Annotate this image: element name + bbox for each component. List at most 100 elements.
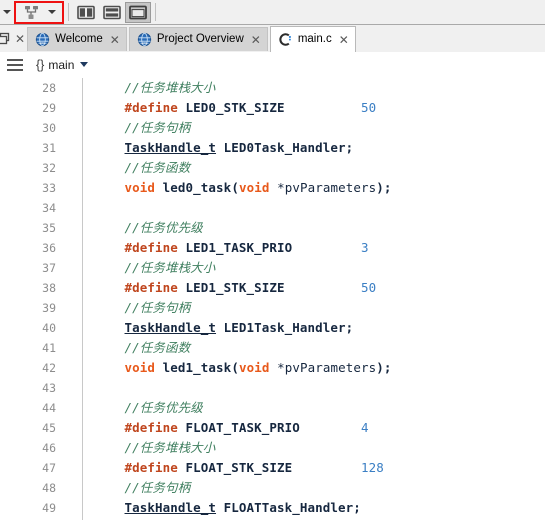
code-text: //任务函数 <box>82 338 545 358</box>
code-line[interactable]: 37 //任务堆栈大小 <box>0 258 545 278</box>
welcome-globe-icon <box>35 32 50 47</box>
chevron-down-icon[interactable] <box>80 62 89 68</box>
code-text: //任务堆栈大小 <box>82 438 545 458</box>
code-text: #define LED0_STK_SIZE 50 <box>82 98 545 118</box>
code-token: TaskHandle_t <box>124 320 217 335</box>
toolbar-overflow-caret[interactable] <box>0 0 14 24</box>
line-number: 49 <box>42 501 56 515</box>
line-number: 34 <box>42 201 56 215</box>
code-line[interactable]: 40 TaskHandle_t LED1Task_Handler; <box>0 318 545 338</box>
code-text: #define LED1_TASK_PRIO 3 <box>82 238 545 258</box>
code-line[interactable]: 44 //任务优先级 <box>0 398 545 418</box>
code-line[interactable]: 29 #define LED0_STK_SIZE 50 <box>0 98 545 118</box>
code-token: void <box>124 180 156 195</box>
breadcrumb[interactable]: {} main <box>36 58 89 72</box>
code-token: //任务优先级 <box>124 220 203 235</box>
code-token: void <box>124 360 156 375</box>
code-token: //任务句柄 <box>124 480 191 495</box>
code-line[interactable]: 36 #define LED1_TASK_PRIO 3 <box>0 238 545 258</box>
tab-bar-controls: ✕ Welcome ✕ Project Overview ✕ main.c ✕ <box>0 26 356 52</box>
tab-bar-close-icon[interactable]: ✕ <box>15 33 25 45</box>
code-token: void <box>238 360 270 375</box>
chevron-down-icon <box>48 10 56 14</box>
tab-welcome[interactable]: Welcome ✕ <box>27 27 127 51</box>
perspective-hierarchy-button[interactable] <box>18 2 44 23</box>
layout-button-group <box>73 1 151 23</box>
code-text: //任务堆栈大小 <box>82 258 545 278</box>
code-line[interactable]: 49 TaskHandle_t FLOATTask_Handler; <box>0 498 545 518</box>
toolbar-separator-right <box>155 3 156 21</box>
tab-label: main.c <box>297 32 332 45</box>
code-text: #define FLOAT_TASK_PRIO 4 <box>82 418 545 438</box>
code-text: TaskHandle_t FLOATTask_Handler; <box>82 498 545 518</box>
layout-split-vertical-button[interactable] <box>73 2 99 23</box>
code-line[interactable]: 28 //任务堆栈大小 <box>0 78 545 98</box>
single-pane-icon <box>129 5 147 19</box>
breadcrumb-bar: {} main <box>0 52 545 78</box>
tab-main-c[interactable]: main.c ✕ <box>269 26 356 52</box>
code-line[interactable]: 43 <box>0 378 545 398</box>
close-icon[interactable]: ✕ <box>339 34 349 46</box>
code-token: //任务优先级 <box>124 400 203 415</box>
code-line[interactable]: 42 void led1_task(void *pvParameters); <box>0 358 545 378</box>
braces-icon: {} <box>36 58 45 72</box>
tab-label: Project Overview <box>156 32 244 45</box>
code-line[interactable]: 46 //任务堆栈大小 <box>0 438 545 458</box>
layout-single-button[interactable] <box>125 1 151 23</box>
code-token: //任务函数 <box>124 340 191 355</box>
code-line[interactable]: 30 //任务句柄 <box>0 118 545 138</box>
perspective-dropdown-button[interactable] <box>44 2 60 23</box>
code-line[interactable]: 48 //任务句柄 <box>0 478 545 498</box>
code-line[interactable]: 35 //任务优先级 <box>0 218 545 238</box>
code-line[interactable]: 33 void led0_task(void *pvParameters); <box>0 178 545 198</box>
code-lines: 28 //任务堆栈大小 29 #define LED0_STK_SIZE 50 30… <box>0 78 545 520</box>
code-line[interactable]: 47 #define FLOAT_STK_SIZE 128 <box>0 458 545 478</box>
code-token: #define <box>124 280 178 295</box>
code-token: LED0_STK_SIZE <box>185 100 285 115</box>
code-text: //任务句柄 <box>82 118 545 138</box>
code-token: void <box>238 180 270 195</box>
code-token: ); <box>376 180 392 195</box>
code-line[interactable]: 41 //任务函数 <box>0 338 545 358</box>
restore-window-icon[interactable] <box>0 32 11 46</box>
split-vertical-icon <box>77 5 95 19</box>
code-line[interactable]: 31 TaskHandle_t LED0Task_Handler; <box>0 138 545 158</box>
code-line[interactable]: 45 #define FLOAT_TASK_PRIO 4 <box>0 418 545 438</box>
line-number: 36 <box>42 241 56 255</box>
chevron-down-icon <box>3 10 11 14</box>
layout-split-horizontal-button[interactable] <box>99 2 125 23</box>
code-token: ( <box>231 360 239 375</box>
close-icon[interactable]: ✕ <box>110 34 120 46</box>
code-line[interactable]: 39 //任务句柄 <box>0 298 545 318</box>
code-text: void led1_task(void *pvParameters); <box>82 358 545 378</box>
tab-project-overview[interactable]: Project Overview ✕ <box>128 27 268 51</box>
code-editor[interactable]: 28 //任务堆栈大小 29 #define LED0_STK_SIZE 50 30… <box>0 78 545 520</box>
line-number: 29 <box>42 101 56 115</box>
line-number: 37 <box>42 261 56 275</box>
line-number: 30 <box>42 121 56 135</box>
close-icon[interactable]: ✕ <box>251 34 261 46</box>
code-token: 3 <box>360 240 369 255</box>
code-line[interactable]: 38 #define LED1_STK_SIZE 50 <box>0 278 545 298</box>
code-line[interactable]: 32 //任务函数 <box>0 158 545 178</box>
hamburger-menu-icon[interactable] <box>0 52 30 78</box>
code-token: TaskHandle_t <box>124 140 217 155</box>
c-file-icon <box>279 33 291 46</box>
code-token: //任务句柄 <box>124 120 191 135</box>
hierarchy-icon <box>24 5 38 19</box>
line-number: 46 <box>42 441 56 455</box>
code-line[interactable]: 34 <box>0 198 545 218</box>
